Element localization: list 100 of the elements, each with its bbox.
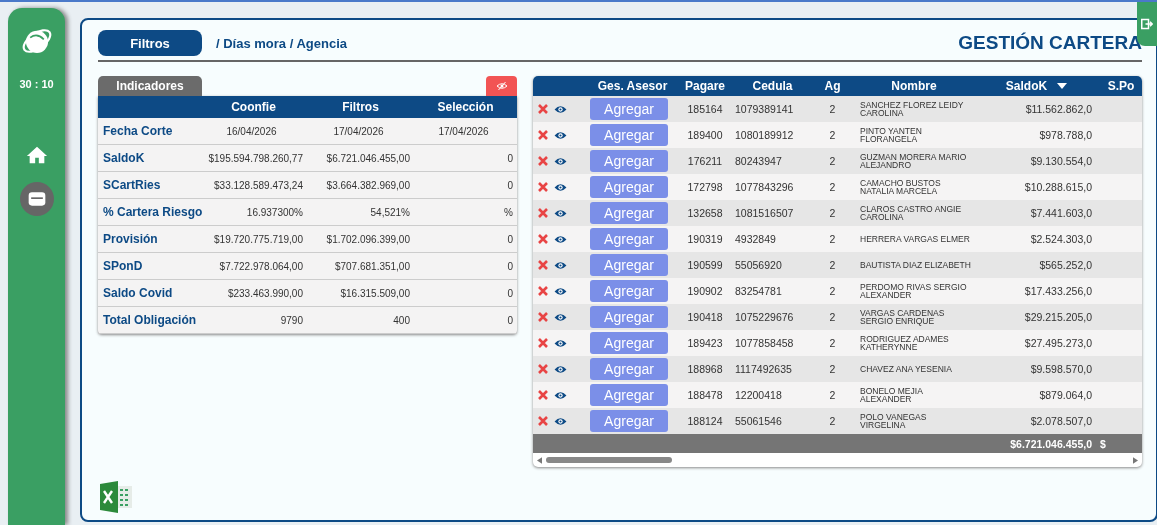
view-icon[interactable] <box>554 234 567 244</box>
table-cell-text: 185164 <box>686 103 724 115</box>
table-cell-text: RODRIGUEZ ADAMES KATHERYNNE <box>859 334 950 352</box>
delete-icon[interactable] <box>538 234 548 244</box>
table-cell-text: $7.441.603,0 <box>1029 207 1093 219</box>
table-cell-text: $16.315.509,00 <box>339 287 411 299</box>
delete-icon[interactable] <box>538 390 548 400</box>
view-icon[interactable] <box>554 130 567 140</box>
row-label: Provisión <box>102 232 159 246</box>
add-button[interactable]: Agregar <box>590 202 668 224</box>
delete-icon[interactable] <box>538 364 548 374</box>
table-cell-text: $879.064,0 <box>1038 389 1093 401</box>
delete-icon[interactable] <box>538 104 548 114</box>
add-button[interactable]: Agregar <box>590 332 668 354</box>
column-header[interactable]: Nombre <box>855 79 973 93</box>
table-cell-text: VARGAS CARDENAS SERGIO ENRIQUE <box>859 308 946 326</box>
delete-icon[interactable] <box>538 286 548 296</box>
table-cell-text: 189400 <box>686 129 724 141</box>
add-button[interactable]: Agregar <box>590 98 668 120</box>
delete-icon[interactable] <box>538 130 548 140</box>
table-cell-text: $9.130.554,0 <box>1029 155 1093 167</box>
indicators-tab[interactable]: Indicadores <box>98 76 202 96</box>
row-label: % Cartera Riesgo <box>102 205 200 219</box>
column-header[interactable]: Pagare <box>675 79 735 93</box>
scroll-right-icon[interactable] <box>1133 456 1138 464</box>
view-icon[interactable] <box>554 156 567 166</box>
column-header[interactable]: Cedula <box>735 79 810 93</box>
view-icon[interactable] <box>554 312 567 322</box>
delete-icon[interactable] <box>538 260 548 270</box>
table-cell-text: $1.702.096.399,00 <box>325 233 411 245</box>
table-cell-text: 2 <box>828 103 837 115</box>
table-cell-text: $29.215.205,0 <box>1023 311 1093 323</box>
delete-icon[interactable] <box>538 416 548 426</box>
view-icon[interactable] <box>554 104 567 114</box>
column-header[interactable]: Ges. Asesor <box>590 79 675 93</box>
table-cell-text: 1077843296 <box>735 181 795 193</box>
table-cell-text: 0 <box>506 233 514 245</box>
table-cell-text: 1080189912 <box>735 129 795 141</box>
table-cell-text: 2 <box>828 363 837 375</box>
column-header[interactable]: SaldoK <box>973 79 1100 93</box>
view-icon[interactable] <box>554 182 567 192</box>
row-label: Saldo Covid <box>102 286 174 300</box>
table-cell-text: $9.598.570,0 <box>1029 363 1093 375</box>
filters-button[interactable]: Filtros <box>98 30 202 56</box>
table-cell-text: % <box>503 206 514 218</box>
view-icon[interactable] <box>554 286 567 296</box>
add-button[interactable]: Agregar <box>590 176 668 198</box>
view-icon[interactable] <box>554 260 567 270</box>
home-icon[interactable] <box>25 144 48 166</box>
table-cell-text: CLAROS CASTRO ANGIE CAROLINA <box>859 204 963 222</box>
column-header[interactable]: Ag <box>810 79 855 93</box>
scroll-left-icon[interactable] <box>537 456 542 464</box>
hide-button[interactable] <box>486 76 517 96</box>
add-button[interactable]: Agregar <box>590 150 668 172</box>
table-cell-text: 0 <box>506 287 514 299</box>
sort-down-icon[interactable] <box>1057 83 1068 89</box>
table-cell-text: PERDOMO RIVAS SERGIO ALEXANDER <box>859 282 968 300</box>
view-icon[interactable] <box>554 390 567 400</box>
add-button[interactable]: Agregar <box>590 384 668 406</box>
table-cell-text: SANCHEZ FLOREZ LEIDY CAROLINA <box>859 100 965 118</box>
card-button[interactable] <box>19 182 54 216</box>
delete-icon[interactable] <box>538 208 548 218</box>
card-icon[interactable] <box>26 189 47 209</box>
view-icon[interactable] <box>554 416 567 426</box>
table-cell-text: 4932849 <box>735 233 777 245</box>
column-header[interactable]: S.Po <box>1100 79 1142 93</box>
delete-icon[interactable] <box>538 182 548 192</box>
exit-icon[interactable] <box>1141 18 1153 30</box>
column-header: Filtros <box>341 100 380 114</box>
add-button[interactable]: Agregar <box>590 358 668 380</box>
eye-slash-icon[interactable] <box>494 80 509 92</box>
table-cell-text: 17/04/2026 <box>332 125 385 137</box>
add-button[interactable]: Agregar <box>590 306 668 328</box>
table-cell-text: $17.433.256,0 <box>1023 285 1093 297</box>
view-icon[interactable] <box>554 364 567 374</box>
delete-icon[interactable] <box>538 156 548 166</box>
table-cell-text: 189423 <box>686 337 724 349</box>
table-cell-text: BONELO MEJIA ALEXANDER <box>859 386 924 404</box>
table-cell-text: 2 <box>828 311 837 323</box>
table-cell-text: 0 <box>506 152 514 164</box>
add-button[interactable]: Agregar <box>590 280 668 302</box>
table-cell-text: 16.937300% <box>245 206 304 218</box>
table-cell-text: CHAVEZ ANA YESENIA <box>859 364 953 374</box>
add-button[interactable]: Agregar <box>590 228 668 250</box>
table-cell-text: 132658 <box>686 207 724 219</box>
view-icon[interactable] <box>554 208 567 218</box>
delete-icon[interactable] <box>538 338 548 348</box>
row-label: SaldoK <box>102 151 146 165</box>
add-button[interactable]: Agregar <box>590 124 668 146</box>
table-cell-text: 2 <box>828 415 837 427</box>
add-button[interactable]: Agregar <box>590 254 668 276</box>
table-cell-text: 55056920 <box>735 259 783 271</box>
table-cell-text: 2 <box>828 129 837 141</box>
spreadsheet-icon[interactable] <box>98 480 134 514</box>
delete-icon[interactable] <box>538 312 548 322</box>
add-button[interactable]: Agregar <box>590 410 668 432</box>
table-cell-text: BAUTISTA DIAZ ELIZABETH <box>859 260 972 270</box>
table-cell-text: 2 <box>828 207 837 219</box>
view-icon[interactable] <box>554 338 567 348</box>
table-cell-text: 0 <box>506 314 514 326</box>
